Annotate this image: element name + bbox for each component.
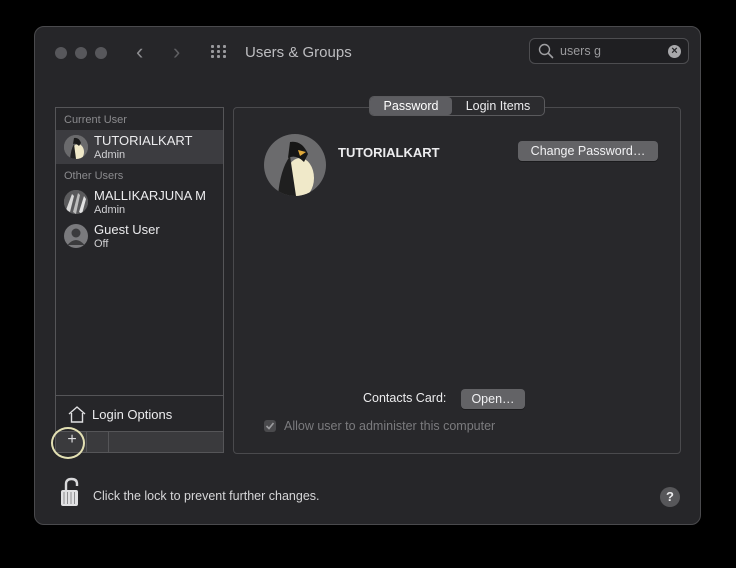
checkmark-icon bbox=[265, 422, 275, 430]
login-options-item[interactable]: Login Options bbox=[56, 395, 223, 432]
window-title: Users & Groups bbox=[245, 44, 352, 61]
clear-search-icon[interactable]: × bbox=[668, 45, 681, 58]
toolbar-divider bbox=[108, 432, 109, 452]
change-password-button[interactable]: Change Password… bbox=[518, 141, 658, 161]
account-detail-panel: TUTORIALKART Change Password… Contacts C… bbox=[233, 107, 681, 454]
help-button[interactable]: ? bbox=[660, 487, 680, 507]
login-options-label: Login Options bbox=[92, 407, 173, 422]
user-role: Off bbox=[94, 238, 109, 250]
users-groups-window: ‹ › Users & Groups users g × Current Use… bbox=[34, 26, 701, 525]
other-users-header: Other Users bbox=[64, 170, 124, 182]
search-icon bbox=[538, 43, 554, 59]
tab-password[interactable]: Password bbox=[370, 97, 452, 115]
zoom-window-button[interactable] bbox=[95, 47, 107, 59]
user-name: Guest User bbox=[94, 222, 160, 237]
back-button[interactable]: ‹ bbox=[136, 41, 143, 63]
user-row-tutorialkart[interactable]: TUTORIALKART Admin bbox=[56, 130, 223, 164]
minimize-window-button[interactable] bbox=[75, 47, 87, 59]
user-role: Admin bbox=[94, 204, 126, 216]
house-icon bbox=[68, 406, 86, 423]
user-row-mallikarjuna[interactable]: MALLIKARJUNA M Admin bbox=[56, 185, 223, 219]
forward-button[interactable]: › bbox=[173, 41, 180, 63]
user-role: Admin bbox=[94, 149, 126, 161]
open-contacts-button[interactable]: Open… bbox=[461, 389, 525, 409]
users-sidebar: Current User TUTORIALKART Admin Other Us… bbox=[55, 107, 224, 453]
unlocked-padlock-icon[interactable] bbox=[59, 477, 85, 509]
tab-control: Password Login Items bbox=[369, 96, 545, 116]
allow-admin-label: Allow user to administer this computer bbox=[284, 419, 496, 433]
highlight-circle-annotation bbox=[51, 427, 85, 459]
allow-admin-checkbox[interactable] bbox=[264, 420, 276, 432]
lock-status-text: Click the lock to prevent further change… bbox=[93, 489, 320, 503]
show-all-grid-icon[interactable] bbox=[211, 45, 229, 59]
account-name: TUTORIALKART bbox=[338, 145, 440, 160]
user-name: MALLIKARJUNA M bbox=[94, 188, 206, 203]
current-user-header: Current User bbox=[64, 114, 127, 126]
user-name: TUTORIALKART bbox=[94, 133, 193, 148]
penguin-avatar bbox=[64, 135, 88, 159]
contacts-card-label: Contacts Card: bbox=[363, 391, 447, 405]
tab-login-items[interactable]: Login Items bbox=[452, 97, 544, 115]
search-field[interactable]: users g × bbox=[529, 38, 689, 64]
generic-user-icon bbox=[64, 224, 88, 248]
account-avatar[interactable] bbox=[264, 134, 326, 196]
photo-avatar bbox=[64, 190, 88, 214]
title-bar: ‹ › Users & Groups users g × bbox=[35, 27, 700, 79]
user-row-guest[interactable]: Guest User Off bbox=[56, 219, 223, 253]
remove-user-button[interactable] bbox=[86, 432, 107, 452]
close-window-button[interactable] bbox=[55, 47, 67, 59]
search-input[interactable]: users g bbox=[560, 44, 601, 58]
